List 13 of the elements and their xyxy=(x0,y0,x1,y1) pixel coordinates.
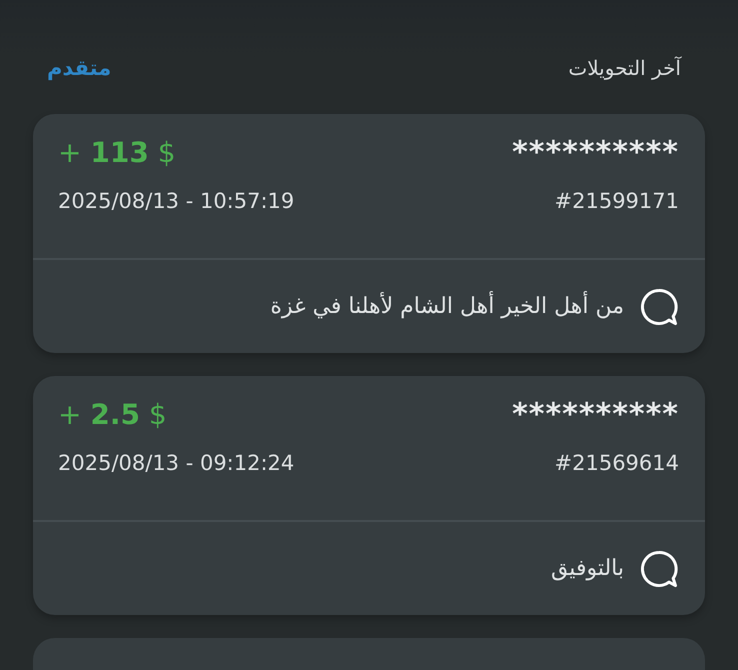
transfer-datetime: 2025/08/13 - 10:57:19 xyxy=(58,189,294,213)
transfer-datetime: 2025/08/13 - 09:12:24 xyxy=(58,451,294,475)
message-icon xyxy=(640,288,678,326)
masked-name: ********** xyxy=(512,138,679,168)
transfer-id: #21599171 xyxy=(554,189,679,213)
advanced-link[interactable]: متقدم xyxy=(47,56,112,80)
transfer-message: بالتوفيق xyxy=(550,556,624,581)
section-title: آخر التحويلات xyxy=(568,56,681,80)
amount: + 113 $ xyxy=(58,136,176,169)
transfer-id: #21569614 xyxy=(554,451,679,475)
masked-name: ********** xyxy=(512,400,679,430)
message-icon xyxy=(640,550,678,588)
amount: + 2.5 $ xyxy=(58,398,167,431)
